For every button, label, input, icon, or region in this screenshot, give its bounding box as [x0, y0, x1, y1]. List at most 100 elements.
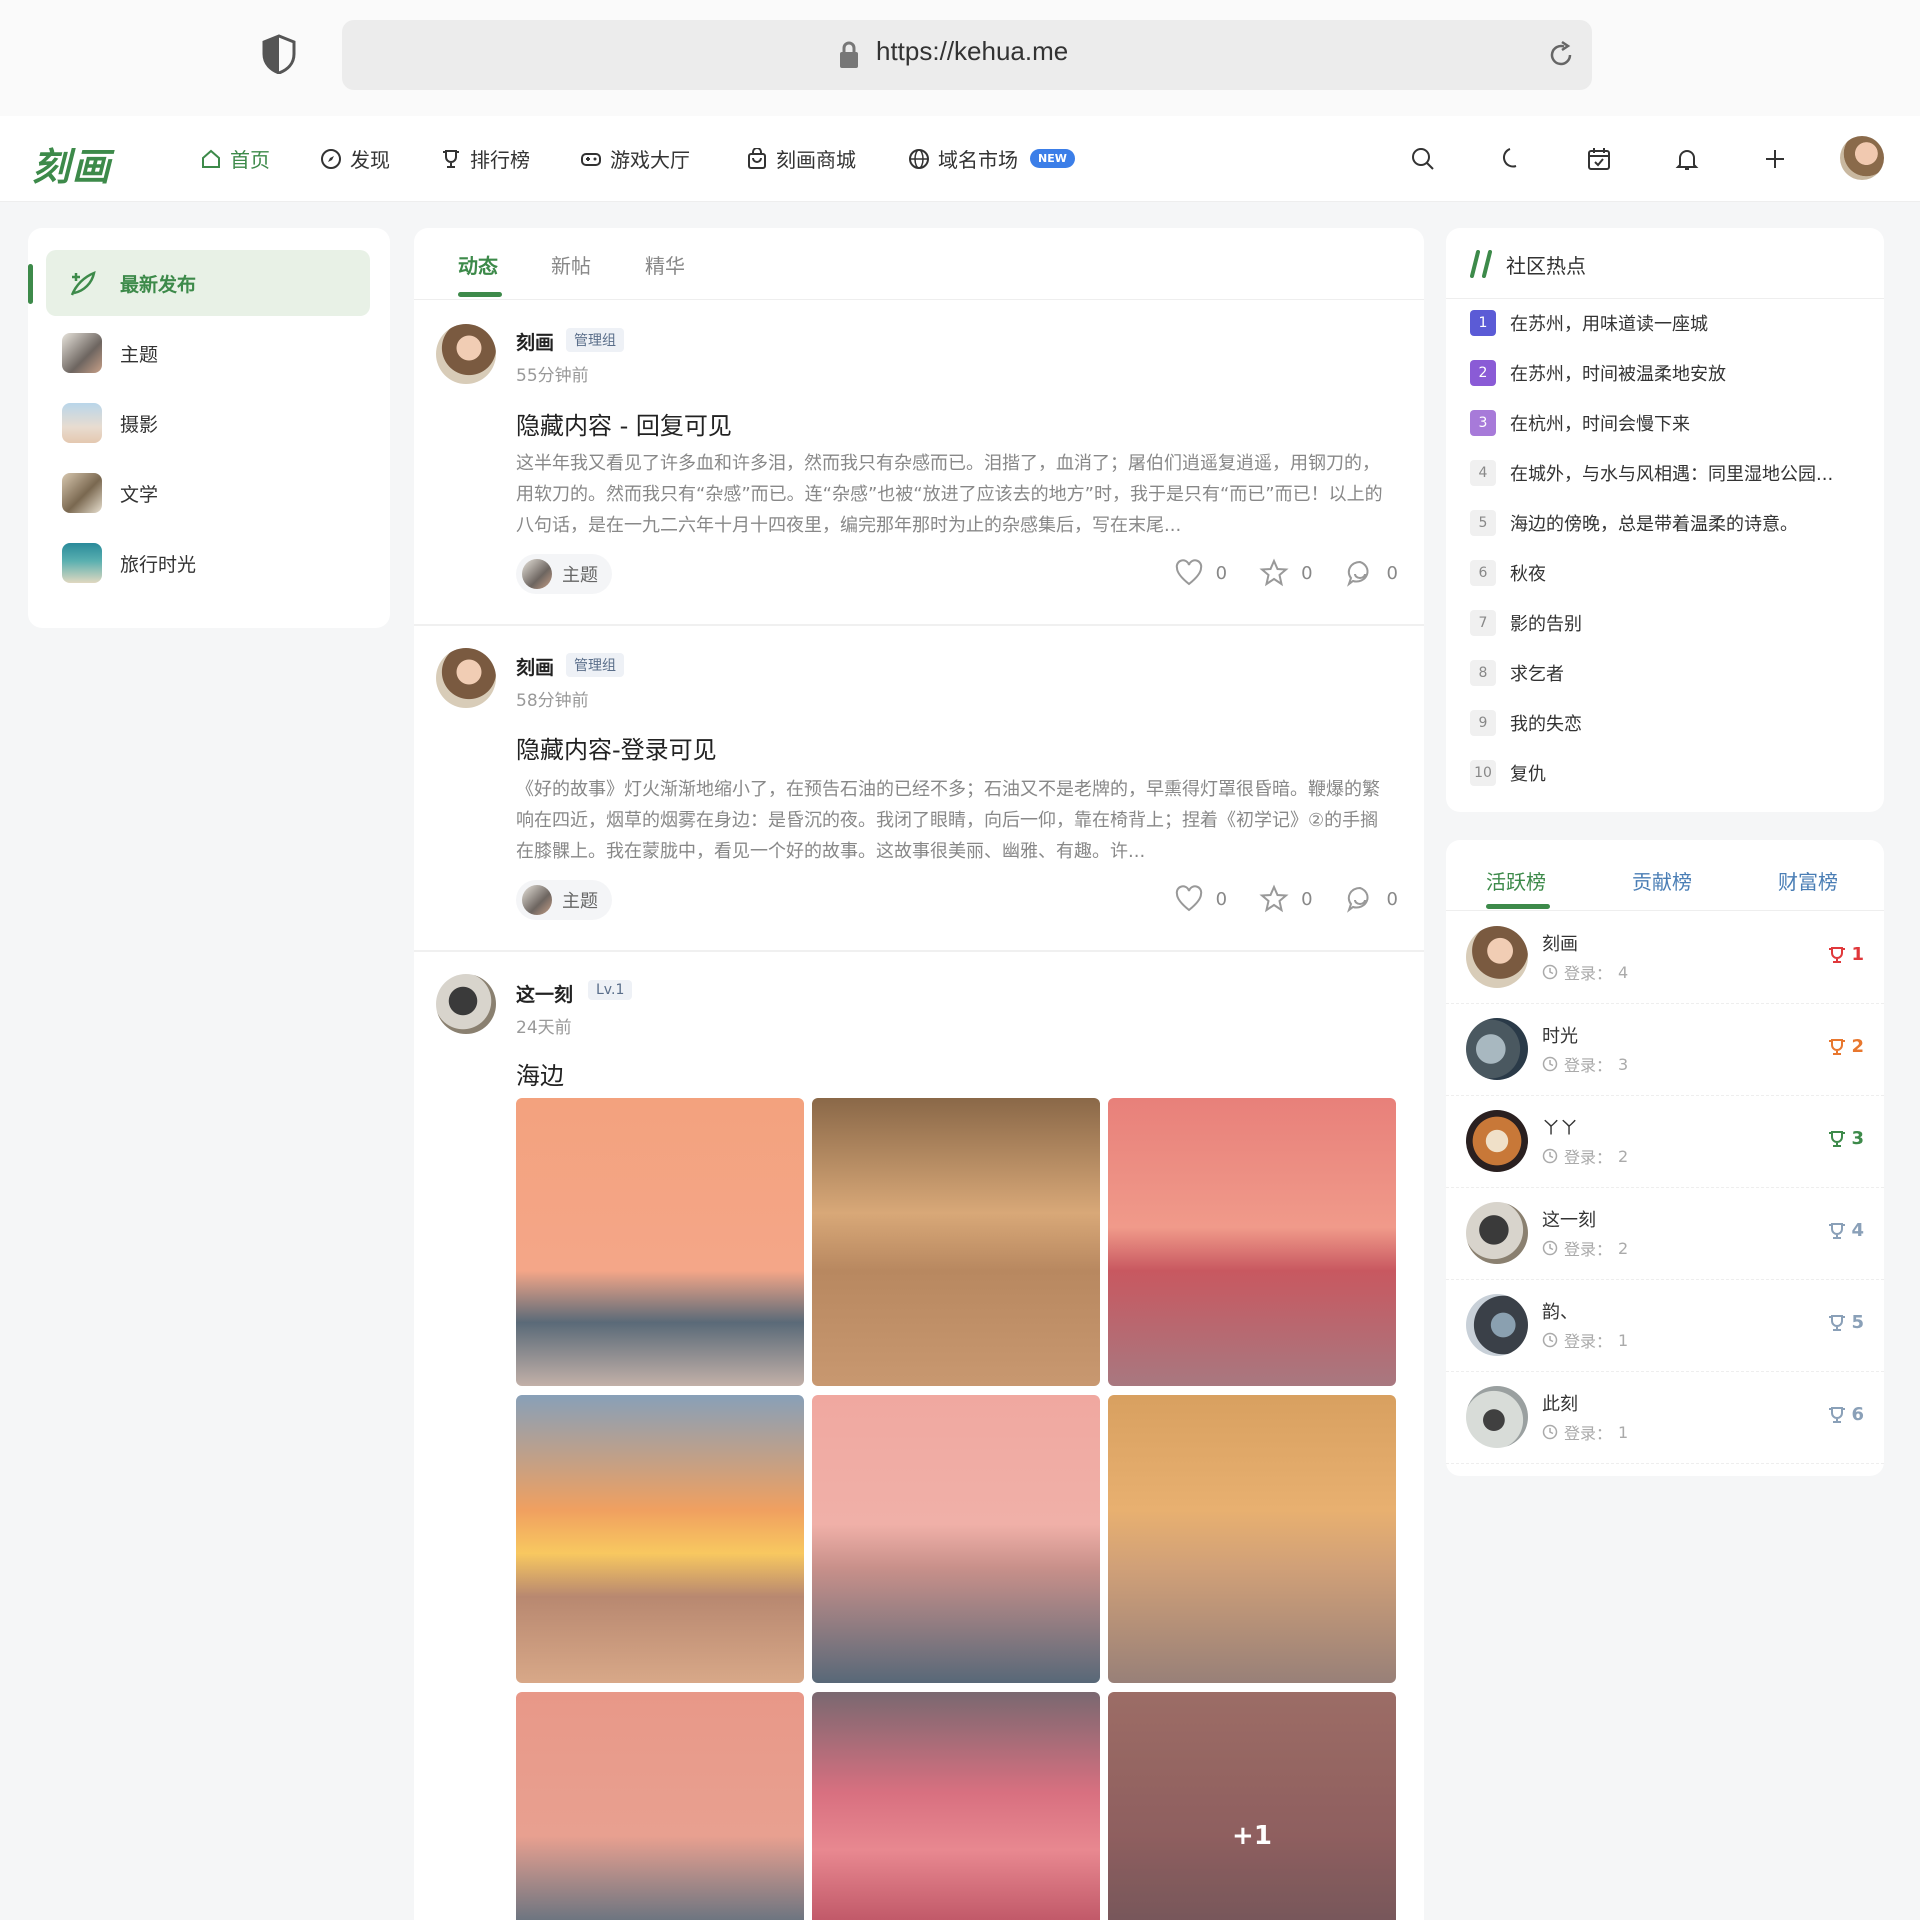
- hot-topic-item[interactable]: 4 在城外，与水与风相遇：同里湿地公园...: [1470, 460, 1870, 486]
- star-button[interactable]: 0: [1259, 884, 1313, 914]
- hot-topic-item[interactable]: 5 海边的傍晚，总是带着温柔的诗意。: [1470, 510, 1870, 536]
- tab-wealth-rank[interactable]: 财富榜: [1778, 866, 1838, 895]
- rank-item[interactable]: ㄚㄚ 登录： 2 3: [1446, 1096, 1884, 1188]
- author-name[interactable]: 刻画: [516, 653, 554, 680]
- rank-number: 2: [1851, 1036, 1864, 1057]
- tab-contribution-rank[interactable]: 贡献榜: [1632, 866, 1692, 895]
- post-time: 58分钟前: [516, 691, 589, 711]
- photo-thumbnail[interactable]: [812, 1098, 1100, 1386]
- clock-icon: [1542, 1424, 1558, 1440]
- tab-active-rank[interactable]: 活跃榜: [1486, 866, 1546, 895]
- user-avatar[interactable]: [1840, 136, 1884, 180]
- author-name[interactable]: 这一刻: [516, 980, 573, 1007]
- rank-item[interactable]: 此刻 登录： 1 6: [1446, 1372, 1884, 1464]
- calendar-icon[interactable]: [1586, 146, 1612, 172]
- rank-user-name[interactable]: 韵、: [1542, 1298, 1578, 1324]
- photo-thumbnail[interactable]: [516, 1098, 804, 1386]
- hot-topic-item[interactable]: 2 在苏州，时间被温柔地安放: [1470, 360, 1870, 386]
- hot-topic-item[interactable]: 10 复仇: [1470, 760, 1870, 786]
- rank-user-name[interactable]: 时光: [1542, 1022, 1578, 1048]
- hot-topic-title: 在杭州，时间会慢下来: [1510, 414, 1690, 435]
- url-text[interactable]: https://kehua.me: [876, 36, 1068, 67]
- author-avatar[interactable]: [436, 324, 496, 384]
- author-name[interactable]: 刻画: [516, 328, 554, 355]
- comment-button[interactable]: 0: [1345, 884, 1398, 914]
- hot-topic-item[interactable]: 3 在杭州，时间会慢下来: [1470, 410, 1870, 436]
- like-button[interactable]: 0: [1174, 884, 1227, 914]
- hot-title: 社区热点: [1506, 254, 1586, 278]
- tab-new-posts[interactable]: 新帖: [551, 250, 591, 279]
- post-stats: 0 0 0: [1174, 884, 1398, 914]
- photo-thumbnail[interactable]: [812, 1692, 1100, 1920]
- rank-item[interactable]: 刻画 登录： 4 1: [1446, 912, 1884, 1004]
- hot-topic-item[interactable]: 1 在苏州，用味道读一座城: [1470, 310, 1870, 336]
- rank-avatar[interactable]: [1466, 1110, 1528, 1172]
- clock-icon: [1542, 1332, 1558, 1348]
- reload-icon[interactable]: [1546, 40, 1576, 70]
- rank-user-name[interactable]: 这一刻: [1542, 1206, 1596, 1232]
- post-tag[interactable]: 主题: [516, 554, 612, 594]
- search-icon[interactable]: [1410, 146, 1436, 172]
- hot-topic-title: 影的告别: [1510, 614, 1582, 635]
- site-logo[interactable]: 刻画: [32, 136, 112, 191]
- trophy-icon: [1829, 946, 1846, 963]
- rank-avatar[interactable]: [1466, 1294, 1528, 1356]
- rank-item[interactable]: 时光 登录： 3 2: [1446, 1004, 1884, 1096]
- tab-dynamic[interactable]: 动态: [458, 250, 498, 279]
- moon-icon[interactable]: [1498, 146, 1524, 172]
- like-button[interactable]: 0: [1174, 558, 1227, 588]
- shield-icon[interactable]: [262, 34, 296, 74]
- rank-avatar[interactable]: [1466, 926, 1528, 988]
- rank-user-name[interactable]: 刻画: [1542, 930, 1578, 956]
- nav-domain-market[interactable]: 域名市场 NEW: [908, 144, 1075, 173]
- rank-user-name[interactable]: ㄚㄚ: [1542, 1114, 1578, 1140]
- nav-game-lobby[interactable]: 游戏大厅: [580, 144, 690, 173]
- hot-topic-title: 在苏州，用味道读一座城: [1510, 314, 1708, 335]
- tag-thumbnail: [522, 559, 552, 589]
- sidebar-item-latest[interactable]: 最新发布: [46, 250, 370, 316]
- more-photos-count[interactable]: +1: [1108, 1692, 1396, 1920]
- comment-button[interactable]: 0: [1345, 558, 1398, 588]
- post-title[interactable]: 隐藏内容-登录可见: [516, 730, 717, 765]
- nav-home[interactable]: 首页: [200, 144, 270, 173]
- nav-shop[interactable]: 刻画商城: [746, 144, 856, 173]
- post-title[interactable]: 海边: [516, 1056, 564, 1091]
- rank-item[interactable]: 韵、 登录： 1 5: [1446, 1280, 1884, 1372]
- rank-number: 7: [1470, 610, 1496, 636]
- rank-avatar[interactable]: [1466, 1202, 1528, 1264]
- bell-icon[interactable]: [1674, 146, 1700, 172]
- photo-thumbnail[interactable]: [516, 1395, 804, 1683]
- author-avatar[interactable]: [436, 648, 496, 708]
- sidebar-item-literature[interactable]: 文学: [46, 460, 370, 526]
- sidebar-item-label: 旅行时光: [120, 553, 197, 576]
- tab-featured[interactable]: 精华: [645, 250, 685, 279]
- star-button[interactable]: 0: [1259, 558, 1313, 588]
- post-title[interactable]: 隐藏内容 - 回复可见: [516, 406, 732, 441]
- hot-topic-item[interactable]: 7 影的告别: [1470, 610, 1870, 636]
- sidebar-item-photography[interactable]: 摄影: [46, 390, 370, 456]
- hot-topic-item[interactable]: 9 我的失恋: [1470, 710, 1870, 736]
- trophy-icon: [1829, 1406, 1846, 1423]
- post-tag[interactable]: 主题: [516, 880, 612, 920]
- plus-icon[interactable]: [1762, 146, 1788, 172]
- sidebar-item-label: 文学: [120, 483, 159, 506]
- rank-avatar[interactable]: [1466, 1018, 1528, 1080]
- sidebar-item-travel[interactable]: 旅行时光: [46, 530, 370, 596]
- rank-number: 1: [1851, 944, 1864, 965]
- photo-thumbnail[interactable]: [1108, 1098, 1396, 1386]
- hot-topic-item[interactable]: 6 秋夜: [1470, 560, 1870, 586]
- author-avatar[interactable]: [436, 974, 496, 1034]
- nav-leaderboard[interactable]: 排行榜: [440, 144, 530, 173]
- rank-avatar[interactable]: [1466, 1386, 1528, 1448]
- photo-thumbnail[interactable]: [1108, 1395, 1396, 1683]
- photo-thumbnail[interactable]: [516, 1692, 804, 1920]
- rank-user-name[interactable]: 此刻: [1542, 1390, 1578, 1416]
- photo-thumbnail[interactable]: +1: [1108, 1692, 1396, 1920]
- photo-thumbnail[interactable]: [812, 1395, 1100, 1683]
- sidebar-item-topic[interactable]: 主题: [46, 320, 370, 386]
- hot-topic-item[interactable]: 8 求乞者: [1470, 660, 1870, 686]
- rank-position: 5: [1827, 1312, 1864, 1333]
- nav-discover[interactable]: 发现: [320, 144, 390, 173]
- rank-number: 4: [1851, 1220, 1864, 1241]
- rank-item[interactable]: 这一刻 登录： 2 4: [1446, 1188, 1884, 1280]
